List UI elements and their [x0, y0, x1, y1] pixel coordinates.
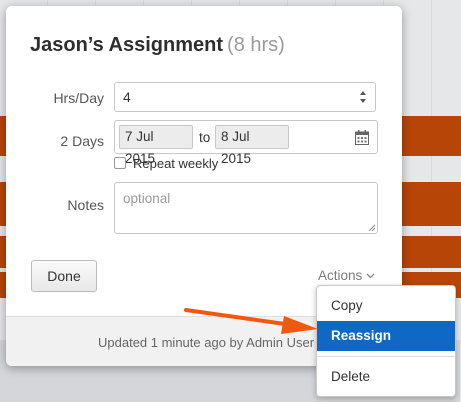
up-down-arrows-icon [360, 91, 366, 103]
actions-dropdown[interactable]: Actions [318, 268, 375, 283]
hrs-per-day-label: Hrs/Day [53, 90, 104, 106]
actions-menu: Copy Reassign Delete [316, 285, 456, 397]
notes-label: Notes [67, 197, 104, 213]
menu-item-copy[interactable]: Copy [317, 291, 455, 321]
notes-textarea[interactable]: optional [114, 182, 378, 234]
days-label: 2 Days [60, 133, 104, 149]
assignment-title: Jason’s Assignment [30, 34, 224, 56]
actions-label: Actions [318, 268, 363, 283]
popover-title: Jason’s Assignment (8 hrs) [30, 34, 285, 57]
date-to-label: to [199, 130, 211, 145]
done-button[interactable]: Done [31, 260, 97, 292]
menu-divider [317, 356, 455, 357]
hrs-per-day-select[interactable]: 4 [114, 82, 376, 112]
end-date[interactable]: 8 Jul 2015 [215, 125, 289, 166]
menu-item-reassign[interactable]: Reassign [317, 321, 455, 351]
date-range-field[interactable]: 7 Jul 2015 to 8 Jul 2015 [114, 120, 378, 166]
pointer-arrow-icon [184, 308, 318, 334]
resize-handle-icon[interactable] [368, 224, 375, 231]
hrs-per-day-value: 4 [123, 89, 131, 105]
start-date[interactable]: 7 Jul 2015 [119, 125, 193, 166]
repeat-weekly-checkbox[interactable] [114, 157, 126, 169]
updated-status: Updated 1 minute ago by Admin User [98, 335, 315, 350]
menu-item-delete[interactable]: Delete [317, 362, 455, 392]
calendar-icon[interactable] [355, 130, 369, 145]
repeat-weekly-label[interactable]: Repeat weekly [133, 156, 218, 171]
assignment-hours: (8 hrs) [227, 34, 285, 56]
chevron-down-icon [366, 273, 375, 279]
notes-placeholder: optional [123, 191, 171, 206]
